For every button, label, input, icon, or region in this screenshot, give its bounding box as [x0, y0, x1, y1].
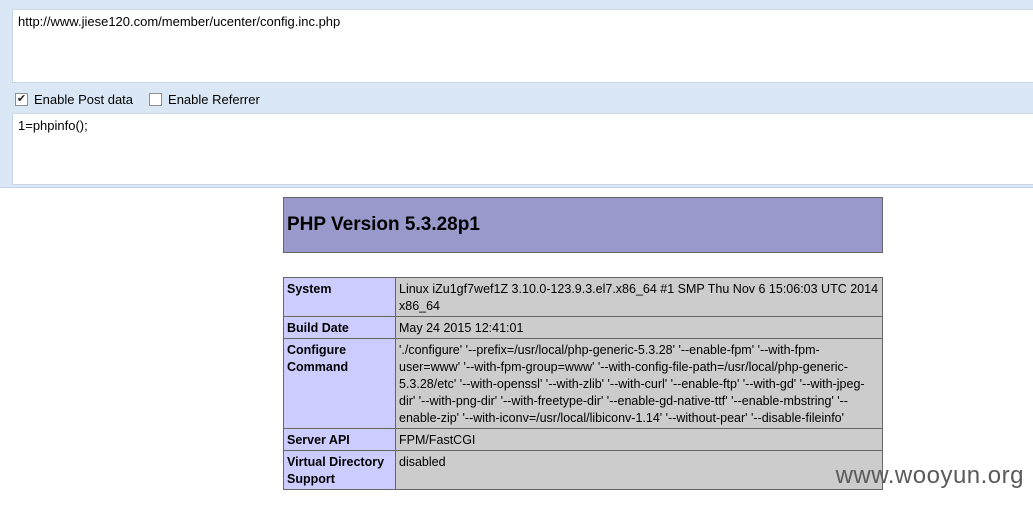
enable-referrer-option[interactable]: Enable Referrer [149, 92, 260, 107]
post-data-input[interactable]: 1=phpinfo(); [13, 114, 1033, 184]
row-key: Server API [283, 428, 396, 451]
table-row: System Linux iZu1gf7wef1Z 3.10.0-123.9.3.… [283, 277, 883, 317]
options-bar: ✔ Enable Post data Enable Referrer [15, 89, 276, 109]
enable-referrer-checkbox[interactable] [149, 92, 163, 106]
enable-post-label: Enable Post data [34, 91, 134, 107]
row-value: './configure' '--prefix=/usr/local/php-g… [395, 338, 883, 429]
row-key: Configure Command [283, 338, 396, 429]
enable-post-option[interactable]: ✔ Enable Post data [15, 92, 133, 107]
php-version-title: PHP Version 5.3.28p1 [287, 214, 480, 235]
phpinfo-table: System Linux iZu1gf7wef1Z 3.10.0-123.9.3.… [283, 277, 883, 490]
table-row: Configure Command './configure' '--prefix… [283, 338, 883, 429]
row-key: Build Date [283, 316, 396, 339]
enable-post-checkbox[interactable]: ✔ [15, 92, 28, 106]
hackbar-panel: http://www.jiese120.com/member/ucenter/c… [0, 0, 1033, 188]
enable-referrer-label: Enable Referrer [168, 91, 260, 107]
row-value: May 24 2015 12:41:01 [395, 316, 883, 339]
url-field-container: http://www.jiese120.com/member/ucenter/c… [12, 9, 1033, 83]
row-value: disabled [395, 450, 883, 490]
row-value: Linux iZu1gf7wef1Z 3.10.0-123.9.3.el7.x8… [395, 277, 883, 317]
row-key: System [283, 277, 396, 317]
table-row: Server API FPM/FastCGI [283, 428, 883, 451]
watermark: www.wooyun.org [835, 462, 1024, 489]
post-data-container: 1=phpinfo(); [12, 113, 1033, 185]
row-key: Virtual Directory Support [283, 450, 396, 490]
row-value: FPM/FastCGI [395, 428, 883, 451]
phpinfo-output: PHP Version 5.3.28p1 System Linux iZu1gf7… [283, 197, 883, 490]
url-input[interactable]: http://www.jiese120.com/member/ucenter/c… [13, 10, 1033, 82]
php-version-header: PHP Version 5.3.28p1 [283, 197, 883, 253]
table-row: Virtual Directory Support disabled [283, 450, 883, 490]
table-row: Build Date May 24 2015 12:41:01 [283, 316, 883, 339]
